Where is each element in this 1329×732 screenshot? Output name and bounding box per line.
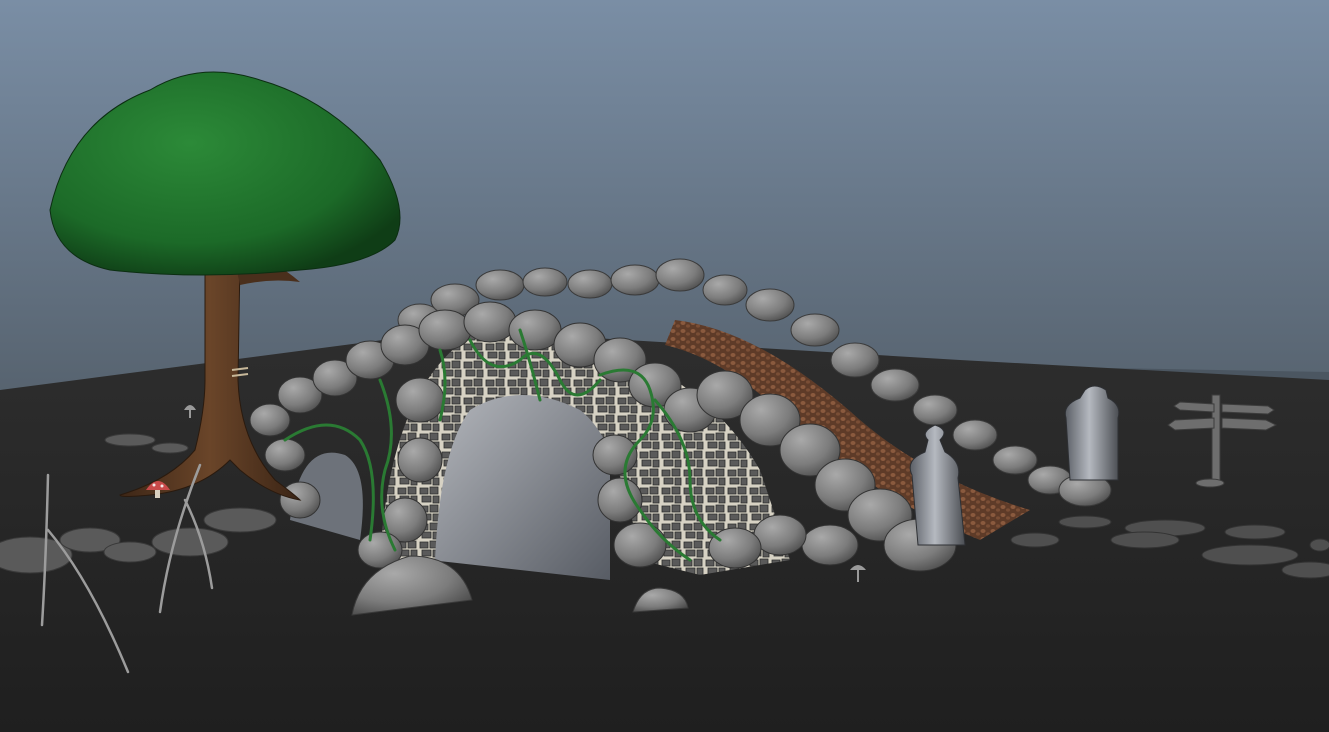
3d-viewport[interactable] (0, 0, 1329, 732)
scene-render[interactable] (0, 0, 1329, 732)
